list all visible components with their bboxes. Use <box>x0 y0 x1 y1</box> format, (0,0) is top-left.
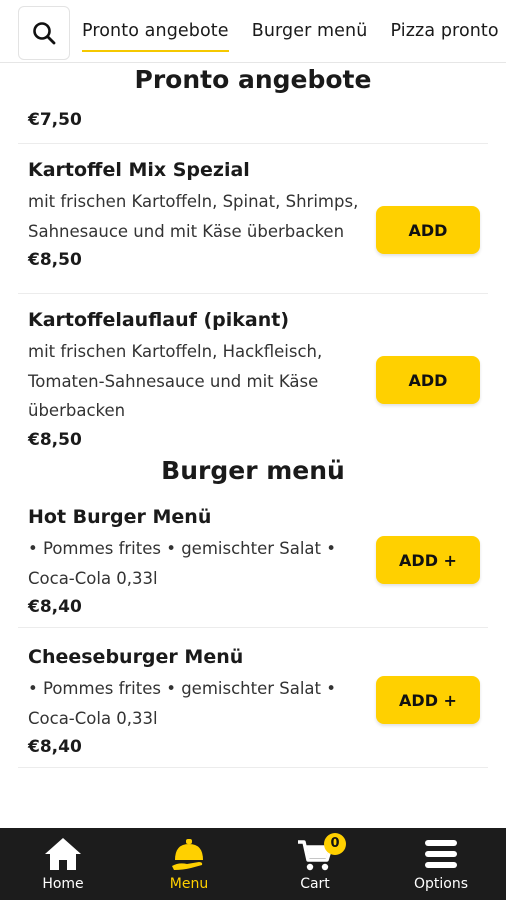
category-bar: Pronto angebote Burger menü Pizza pronto <box>0 0 506 63</box>
nav-options[interactable]: Options <box>378 828 504 900</box>
tab-pizza-pronto[interactable]: Pizza pronto <box>391 0 499 62</box>
item-name: Cheeseburger Menü <box>28 646 244 668</box>
section-title-burger: Burger menü <box>161 456 345 485</box>
list-item: €7,50 <box>18 97 488 144</box>
nav-home-label: Home <box>42 876 84 892</box>
nav-cart-label: Cart <box>300 876 330 892</box>
item-name: Kartoffelauflauf (pikant) <box>28 309 290 331</box>
item-description: mit frischen Kartoffeln, Spinat, Shrimps… <box>28 192 359 241</box>
item-price: €8,40 <box>28 597 82 617</box>
tab-burger-menu[interactable]: Burger menü <box>252 0 368 62</box>
item-price: €8,40 <box>28 737 82 757</box>
item-price: €7,50 <box>28 110 82 130</box>
list-item: Cheeseburger Menü • Pommes frites • gemi… <box>18 628 488 768</box>
search-button[interactable] <box>18 6 70 60</box>
item-price: €8,50 <box>28 429 82 450</box>
list-item: Kartoffel Mix Spezial mit frischen Karto… <box>18 144 488 294</box>
hamburger-menu-icon <box>425 840 457 868</box>
menu-content: Pronto angebote €7,50 Kartoffel Mix Spez… <box>0 62 506 828</box>
tab-pronto-angebote[interactable]: Pronto angebote <box>82 0 229 62</box>
nav-menu[interactable]: Menu <box>126 828 252 900</box>
nav-home[interactable]: Home <box>0 828 126 900</box>
category-tabs: Pronto angebote Burger menü Pizza pronto <box>82 0 506 62</box>
item-description: • Pommes frites • gemischter Salat • Coc… <box>28 539 336 588</box>
cloche-icon <box>172 839 203 870</box>
item-name: Hot Burger Menü <box>28 506 212 528</box>
nav-menu-label: Menu <box>169 876 209 892</box>
list-item: Hot Burger Menü • Pommes frites • gemisc… <box>18 488 488 628</box>
item-name: Kartoffel Mix Spezial <box>28 159 250 181</box>
section-title-pronto: Pronto angebote <box>134 65 372 94</box>
add-button[interactable]: ADD + <box>376 676 480 724</box>
bottom-nav: Home Menu 0 Cart Options <box>0 828 506 900</box>
item-description: • Pommes frites • gemischter Salat • Coc… <box>28 679 336 728</box>
add-button[interactable]: ADD + <box>376 536 480 584</box>
list-item: Kartoffelauflauf (pikant) mit frischen K… <box>18 294 488 450</box>
search-icon <box>33 22 56 45</box>
add-button[interactable]: ADD <box>376 356 480 404</box>
add-button[interactable]: ADD <box>376 206 480 254</box>
home-icon <box>45 838 81 870</box>
nav-cart[interactable]: 0 Cart <box>252 828 378 900</box>
cart-count-badge: 0 <box>324 833 346 855</box>
item-description: mit frischen Kartoffeln, Hackfleisch, To… <box>28 342 323 420</box>
nav-options-label: Options <box>413 876 469 892</box>
